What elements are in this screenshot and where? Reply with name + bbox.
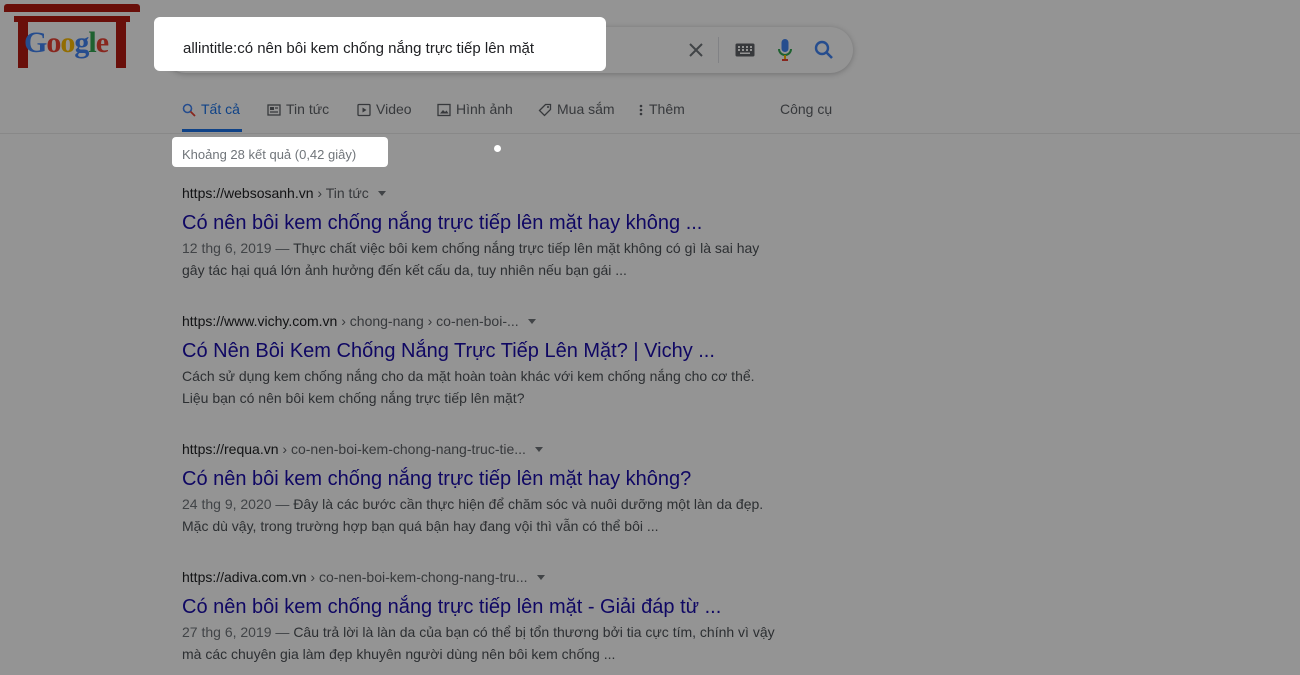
dim-overlay xyxy=(0,0,1300,675)
search-input[interactable]: allintitle:có nên bôi kem chống nắng trự… xyxy=(183,40,534,57)
result-stats: Khoảng 28 kết quả (0,42 giây) xyxy=(182,147,357,162)
cursor-dot xyxy=(494,145,501,152)
search-input-highlight[interactable]: allintitle:có nên bôi kem chống nắng trự… xyxy=(154,17,606,71)
result-stats-highlight: Khoảng 28 kết quả (0,42 giây) xyxy=(172,137,388,167)
